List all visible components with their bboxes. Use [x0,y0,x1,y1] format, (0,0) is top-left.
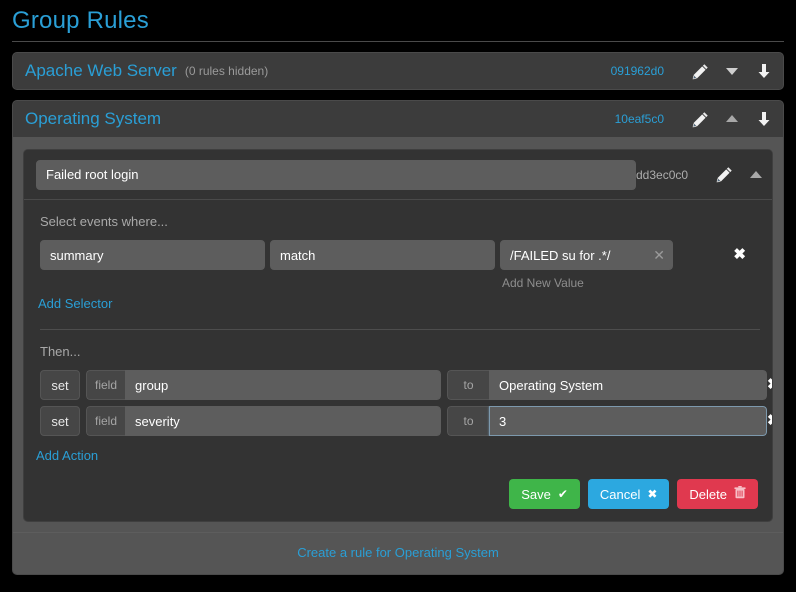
arrow-down-icon[interactable] [755,110,773,128]
group-body: dd3ec0c0 [13,137,783,532]
x-icon[interactable]: ✕ [653,246,665,264]
x-icon: ✖ [647,487,658,501]
action-value-addon-label: to [447,406,489,436]
create-rule-footer: Create a rule for Operating System [13,532,783,574]
action-target-addon-label: field [86,406,126,436]
action-value-input[interactable] [489,370,767,400]
create-rule-link[interactable]: Create a rule for Operating System [297,545,499,560]
remove-selector-icon[interactable]: ✖ [733,240,760,270]
pencil-icon[interactable] [692,111,709,128]
rule-id-label: dd3ec0c0 [636,167,689,182]
arrow-down-icon[interactable] [755,62,773,80]
action-target-group: field [86,370,441,400]
chevron-down-icon[interactable] [723,62,741,80]
trash-icon [734,486,746,502]
action-row: set field to ✖ [40,370,772,400]
group-panel-apache-web-server: Apache Web Server (0 rules hidden) 09196… [12,52,784,90]
add-action-link[interactable]: Add Action [36,448,98,463]
action-verb-button[interactable]: set [40,370,80,400]
group-header-operating-system[interactable]: Operating System 10eaf5c0 [13,101,783,137]
action-target-input[interactable] [125,406,441,436]
save-button[interactable]: Save ✔ [509,479,580,509]
pencil-icon[interactable] [692,63,709,80]
action-verb-button[interactable]: set [40,406,80,436]
rule-name-input[interactable] [36,159,636,190]
rule-header: dd3ec0c0 [24,150,772,200]
group-rules-page: Group Rules Apache Web Server (0 rules h… [0,0,796,592]
rule-footer: Save ✔ Cancel ✖ Delete [24,469,772,521]
group-id-label: 10eaf5c0 [614,112,664,126]
action-section-label: Then... [40,344,81,359]
add-new-value-label[interactable]: Add New Value [502,276,760,290]
delete-button[interactable]: Delete [677,479,758,509]
selector-field-input[interactable] [40,240,265,270]
add-selector-link[interactable]: Add Selector [38,296,112,311]
pencil-icon[interactable] [716,166,733,183]
chevron-up-icon[interactable] [747,166,765,184]
selector-section: Select events where... ✕ ✖ Add New Value… [24,200,772,317]
action-target-group: field [86,406,441,436]
remove-action-icon[interactable]: ✖ [767,370,772,400]
check-icon: ✔ [557,487,568,501]
group-id-label: 091962d0 [610,64,664,78]
action-value-group: to [447,406,767,436]
cancel-button-label: Cancel [599,486,641,502]
action-value-group: to [447,370,767,400]
group-name-label: Operating System [25,109,162,128]
group-name-label: Apache Web Server [25,61,177,80]
action-value-input[interactable] [489,406,767,436]
action-row: set field to ✖ [40,406,772,436]
selector-value-input[interactable] [500,240,673,270]
group-hidden-count: (0 rules hidden) [184,64,269,78]
delete-button-label: Delete [689,486,727,502]
chevron-up-icon[interactable] [723,110,741,128]
selector-row: ✕ ✖ [40,240,760,270]
group-header-apache-web-server[interactable]: Apache Web Server (0 rules hidden) 09196… [13,53,783,89]
action-target-input[interactable] [125,370,441,400]
selector-operator-input[interactable] [270,240,495,270]
action-value-addon-label: to [447,370,489,400]
selector-value-wrap: ✕ [500,240,673,270]
action-target-addon-label: field [86,370,126,400]
rule-card-failed-root-login: dd3ec0c0 [23,149,773,522]
save-button-label: Save [521,486,551,502]
selector-section-label: Select events where... [40,214,168,229]
action-section: Then... set field to ✖ [24,330,772,469]
title-divider [12,41,784,42]
remove-action-icon[interactable]: ✖ [767,406,772,436]
cancel-button[interactable]: Cancel ✖ [587,479,670,509]
page-title: Group Rules [12,7,149,34]
group-panel-operating-system: Operating System 10eaf5c0 Failed root lo… [12,100,784,575]
